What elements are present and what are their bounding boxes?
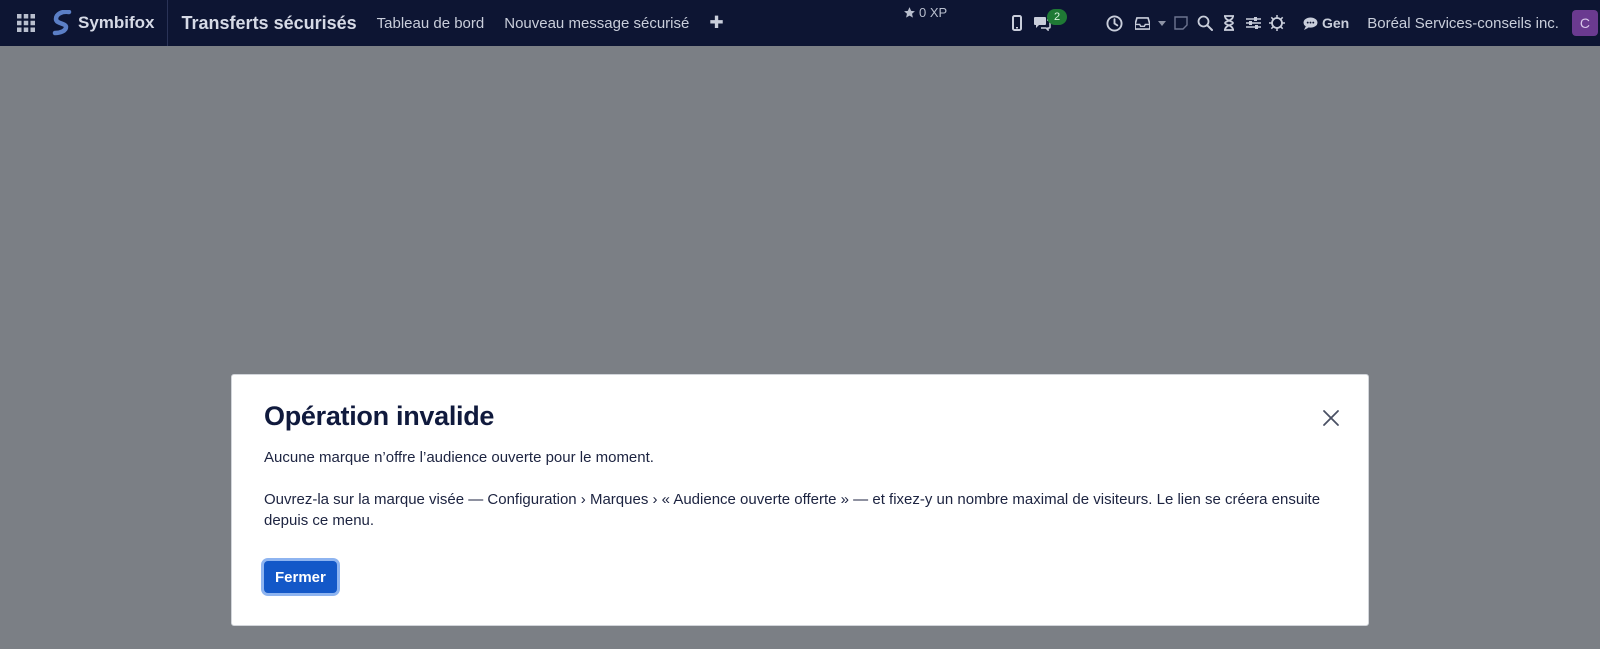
dialog-message: Aucune marque n’offre l’audience ouverte…	[264, 449, 654, 466]
apps-grid-icon[interactable]	[0, 0, 52, 46]
brand-logo-icon	[52, 10, 72, 36]
speech-bubble-icon	[1303, 16, 1318, 30]
close-button[interactable]: Fermer	[264, 561, 337, 593]
invalid-operation-dialog: Opération invalide Aucune marque n’offre…	[231, 374, 1369, 626]
xp-label: 0 XP	[919, 5, 948, 20]
sticky-note-icon[interactable]	[1169, 0, 1193, 46]
company-switcher[interactable]: Boréal Services-conseils inc.	[1367, 15, 1559, 32]
nav-item-dashboard[interactable]: Tableau de bord	[377, 15, 485, 32]
gen-assistant-button[interactable]: Gen	[1303, 15, 1349, 31]
top-navbar: Symbifox Transferts sécurisés Tableau de…	[0, 0, 1600, 46]
nav-item-new-secure-message[interactable]: Nouveau message sécurisé	[504, 15, 689, 32]
xp-counter[interactable]: 0 XP	[903, 5, 947, 20]
caret-down-icon[interactable]	[1155, 0, 1169, 46]
search-icon[interactable]	[1193, 0, 1217, 46]
systray: Gen Boréal Services-conseils inc. C	[1005, 0, 1598, 46]
chat-unread-badge: 2	[1047, 9, 1068, 25]
mobile-icon[interactable]	[1005, 0, 1029, 46]
star-icon	[904, 7, 915, 18]
app-title[interactable]: Transferts sécurisés	[182, 13, 357, 34]
add-icon[interactable]: ✚	[709, 13, 723, 33]
inbox-icon[interactable]	[1129, 0, 1155, 46]
close-icon[interactable]	[1318, 405, 1344, 431]
clock-icon[interactable]	[1099, 0, 1129, 46]
dialog-body: Aucune marque n’offre l’audience ouverte…	[264, 447, 1334, 531]
dialog-instructions: Ouvrez-la sur la marque visée — Configur…	[264, 491, 1321, 529]
gen-label: Gen	[1322, 15, 1350, 31]
bug-icon[interactable]	[1265, 0, 1289, 46]
dialog-title: Opération invalide	[264, 401, 495, 431]
hourglass-icon[interactable]	[1217, 0, 1241, 46]
brand[interactable]: Symbifox	[52, 0, 168, 46]
user-avatar[interactable]: C	[1571, 10, 1598, 36]
brand-name: Symbifox	[78, 13, 155, 32]
sliders-icon[interactable]	[1241, 0, 1265, 46]
